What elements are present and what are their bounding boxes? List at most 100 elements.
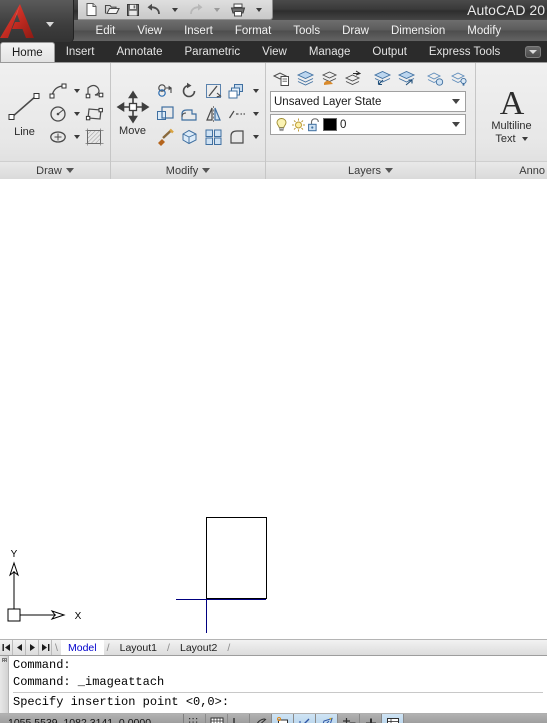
copy-tool[interactable] (154, 80, 177, 102)
explode-tool[interactable] (154, 126, 177, 148)
polar-angle-icon (256, 718, 266, 723)
tab-parametric[interactable]: Parametric (174, 42, 252, 62)
open-file-button[interactable] (102, 1, 122, 19)
dynamic-input-toggle[interactable] (338, 714, 360, 723)
command-line-area[interactable]: Command: Command: _imageattach Specify i… (0, 656, 547, 714)
layer-match-tool[interactable] (318, 67, 341, 89)
layer-state-combo[interactable]: Unsaved Layer State (270, 91, 466, 112)
rectangle-tool[interactable] (83, 103, 106, 125)
stretch-dropdown[interactable] (250, 103, 261, 125)
stretch-tool[interactable] (226, 103, 249, 125)
menu-dimension[interactable]: Dimension (380, 20, 456, 42)
lineweight-toggle[interactable] (360, 714, 382, 723)
drawing-canvas[interactable]: Y X (0, 179, 547, 640)
ortho-mode-toggle[interactable] (228, 714, 250, 723)
fillet-tool[interactable] (178, 103, 201, 125)
status-bar-filler (404, 714, 547, 723)
hatch-tool[interactable] (83, 126, 106, 148)
trim-tool[interactable] (202, 80, 225, 102)
tab-output[interactable]: Output (361, 42, 418, 62)
menu-tools[interactable]: Tools (282, 20, 331, 42)
multiline-text-tool[interactable]: A Multiline Text (480, 68, 543, 160)
coordinates-display[interactable]: 1055.5539, 1082.3141, 0.0000 (0, 714, 184, 723)
layout-tab-layout2[interactable]: Layout2 (173, 640, 224, 655)
ellipse-tool[interactable] (47, 126, 70, 148)
mirror-tool[interactable] (202, 103, 225, 125)
tab-manage[interactable]: Manage (298, 42, 362, 62)
quick-properties-toggle[interactable] (382, 714, 404, 723)
layer-color-swatch[interactable] (323, 118, 337, 131)
current-layer-combo[interactable]: 0 (270, 114, 466, 135)
menu-draw[interactable]: Draw (331, 20, 380, 42)
tab-express-tools[interactable]: Express Tools (418, 42, 511, 62)
move-tool[interactable]: Move (115, 68, 150, 160)
tab-view[interactable]: View (251, 42, 298, 62)
drawn-rectangle[interactable] (206, 517, 267, 599)
chamfer-tool[interactable] (226, 126, 249, 148)
redo-dropdown[interactable] (207, 1, 227, 19)
layer-isolate-tool[interactable] (424, 67, 447, 89)
tab-annotate[interactable]: Annotate (105, 42, 173, 62)
undo-button[interactable] (144, 1, 164, 19)
prev-layout-button[interactable] (13, 640, 26, 655)
scale-tool[interactable] (154, 103, 177, 125)
layout-tab-layout1[interactable]: Layout1 (113, 640, 164, 655)
array-dropdown[interactable] (250, 80, 261, 102)
panel-layers-title[interactable]: Layers (266, 161, 475, 179)
offset-tool[interactable] (178, 126, 201, 148)
plot-button[interactable] (228, 1, 248, 19)
menu-view[interactable]: View (126, 20, 173, 42)
qat-overflow-button[interactable] (249, 1, 269, 19)
osnap-tracking-toggle[interactable] (294, 714, 316, 723)
rotate-tool[interactable] (178, 80, 201, 102)
ellipse-dropdown[interactable] (71, 126, 82, 148)
layer-new-tool[interactable] (342, 67, 365, 89)
grid-display-toggle[interactable] (206, 714, 228, 723)
layout-tab-model[interactable]: Model (61, 640, 104, 655)
minimize-ribbon-button[interactable] (525, 46, 541, 58)
layer-off-tool[interactable] (448, 67, 471, 89)
panel-annotation-title[interactable]: Anno (476, 161, 547, 179)
menu-insert[interactable]: Insert (173, 20, 224, 42)
tab-insert[interactable]: Insert (55, 42, 106, 62)
next-layout-button[interactable] (26, 640, 39, 655)
polyline-icon (85, 84, 104, 98)
circle-tool[interactable] (47, 103, 70, 125)
menu-modify[interactable]: Modify (456, 20, 512, 42)
chamfer-dropdown[interactable] (250, 126, 261, 148)
panel-modify-title[interactable]: Modify (111, 161, 265, 179)
menu-format[interactable]: Format (224, 20, 282, 42)
arc-tool[interactable] (47, 80, 70, 102)
chevron-down-icon (452, 99, 460, 104)
ucs-icon: Y X (7, 549, 82, 622)
padlock-unlocked-icon (308, 117, 319, 131)
printer-icon (230, 3, 246, 16)
snap-mode-toggle[interactable] (184, 714, 206, 723)
arc-dropdown[interactable] (71, 80, 82, 102)
layer-properties-tool[interactable] (270, 67, 293, 89)
circle-dropdown[interactable] (71, 103, 82, 125)
application-menu-button[interactable] (0, 0, 74, 42)
polar-tracking-toggle[interactable] (250, 714, 272, 723)
new-file-button[interactable] (81, 1, 101, 19)
tab-separator: \ (55, 641, 58, 654)
save-file-button[interactable] (123, 1, 143, 19)
menu-edit[interactable]: Edit (85, 20, 127, 42)
line-tool[interactable]: Line (4, 68, 45, 160)
tab-home[interactable]: Home (0, 42, 55, 62)
command-prompt[interactable]: Specify insertion point <0,0>: (13, 694, 543, 711)
object-snap-toggle[interactable] (272, 714, 294, 723)
undo-dropdown[interactable] (165, 1, 185, 19)
first-layout-button[interactable] (0, 640, 13, 655)
command-line-grip[interactable] (0, 656, 9, 713)
last-layout-button[interactable] (39, 640, 52, 655)
dynamic-ucs-toggle[interactable] (316, 714, 338, 723)
block-tool[interactable] (202, 126, 225, 148)
redo-button[interactable] (186, 1, 206, 19)
panel-draw-title[interactable]: Draw (0, 161, 110, 179)
layer-previous-tool[interactable] (371, 67, 394, 89)
layer-next-tool[interactable] (395, 67, 418, 89)
array-tool[interactable] (226, 80, 249, 102)
polyline-tool[interactable] (83, 80, 106, 102)
layer-stack-tool[interactable] (294, 67, 317, 89)
